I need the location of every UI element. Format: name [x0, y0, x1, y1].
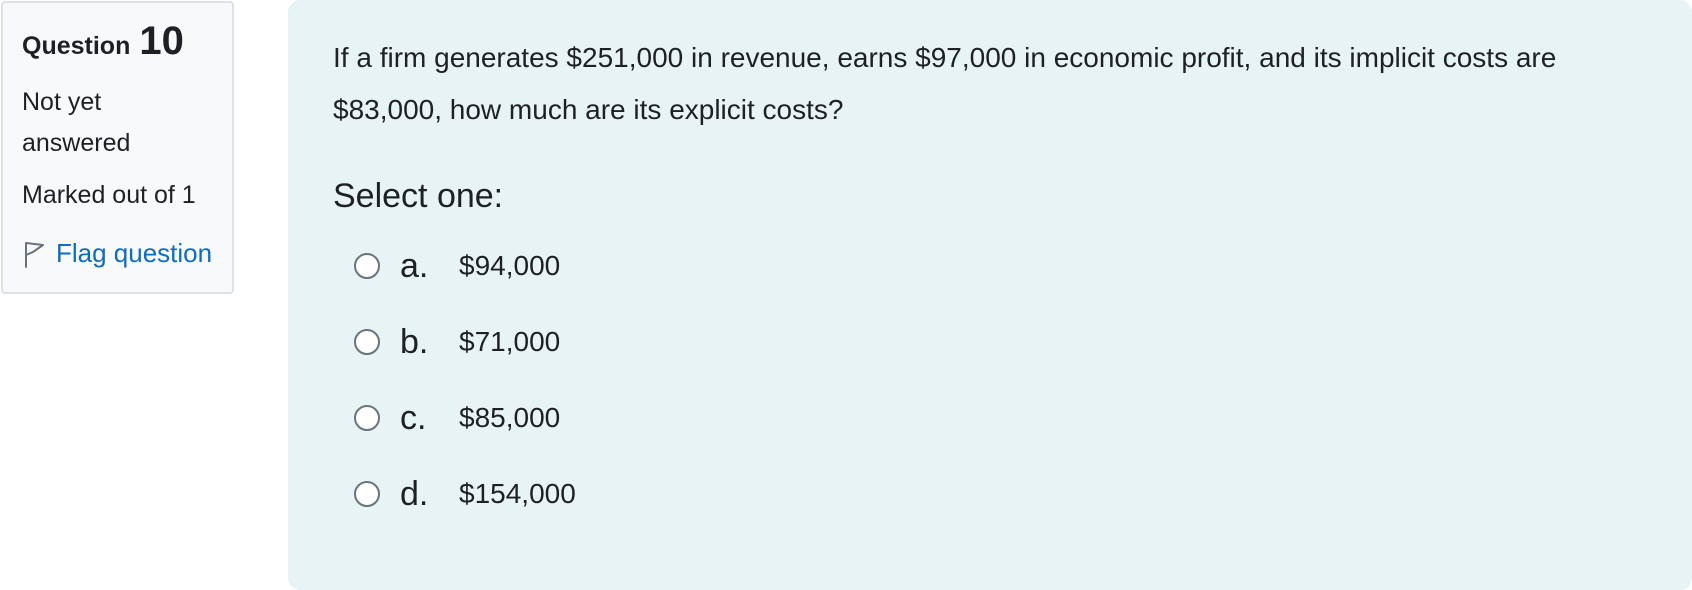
radio-button-c[interactable]	[354, 405, 380, 431]
answer-option-d[interactable]: d. $154,000	[333, 456, 1692, 532]
question-label: Question	[22, 32, 131, 60]
radio-button-b[interactable]	[354, 329, 380, 355]
answer-letter: b.	[400, 322, 429, 361]
answer-text[interactable]: $94,000	[459, 250, 560, 282]
answer-text[interactable]: $154,000	[459, 478, 576, 510]
flag-icon	[25, 241, 44, 268]
question-content: If a firm generates $251,000 in revenue,…	[288, 0, 1692, 590]
flag-question-label: Flag question	[56, 238, 213, 268]
quiz-page: Question 10 Not yet answered Marked out …	[0, 0, 1692, 590]
answer-option-c[interactable]: c. $85,000	[333, 380, 1692, 456]
question-text: If a firm generates $251,000 in revenue,…	[333, 42, 1557, 125]
select-one-prompt: Select one:	[333, 177, 504, 215]
answer-text[interactable]: $85,000	[459, 402, 560, 434]
question-state: Not yet answered	[22, 88, 131, 157]
answer-option-b[interactable]: b. $71,000	[333, 304, 1692, 380]
answer-list: a. $94,000 b. $71,000 c. $85,000 d. $154…	[333, 228, 1692, 532]
answer-letter: d.	[400, 474, 429, 513]
answer-letter: c.	[400, 398, 427, 437]
radio-button-d[interactable]	[354, 481, 380, 507]
answer-text[interactable]: $71,000	[459, 326, 560, 358]
radio-button-a[interactable]	[354, 253, 380, 279]
answer-option-a[interactable]: a. $94,000	[333, 228, 1692, 304]
question-grade: Marked out of 1	[22, 181, 196, 209]
question-number: 10	[139, 19, 184, 63]
question-info-panel: Question 10 Not yet answered Marked out …	[1, 1, 234, 294]
question-number-heading: Question 10	[22, 21, 214, 61]
flag-question-link[interactable]: Flag question	[22, 238, 214, 269]
answer-letter: a.	[400, 246, 429, 285]
